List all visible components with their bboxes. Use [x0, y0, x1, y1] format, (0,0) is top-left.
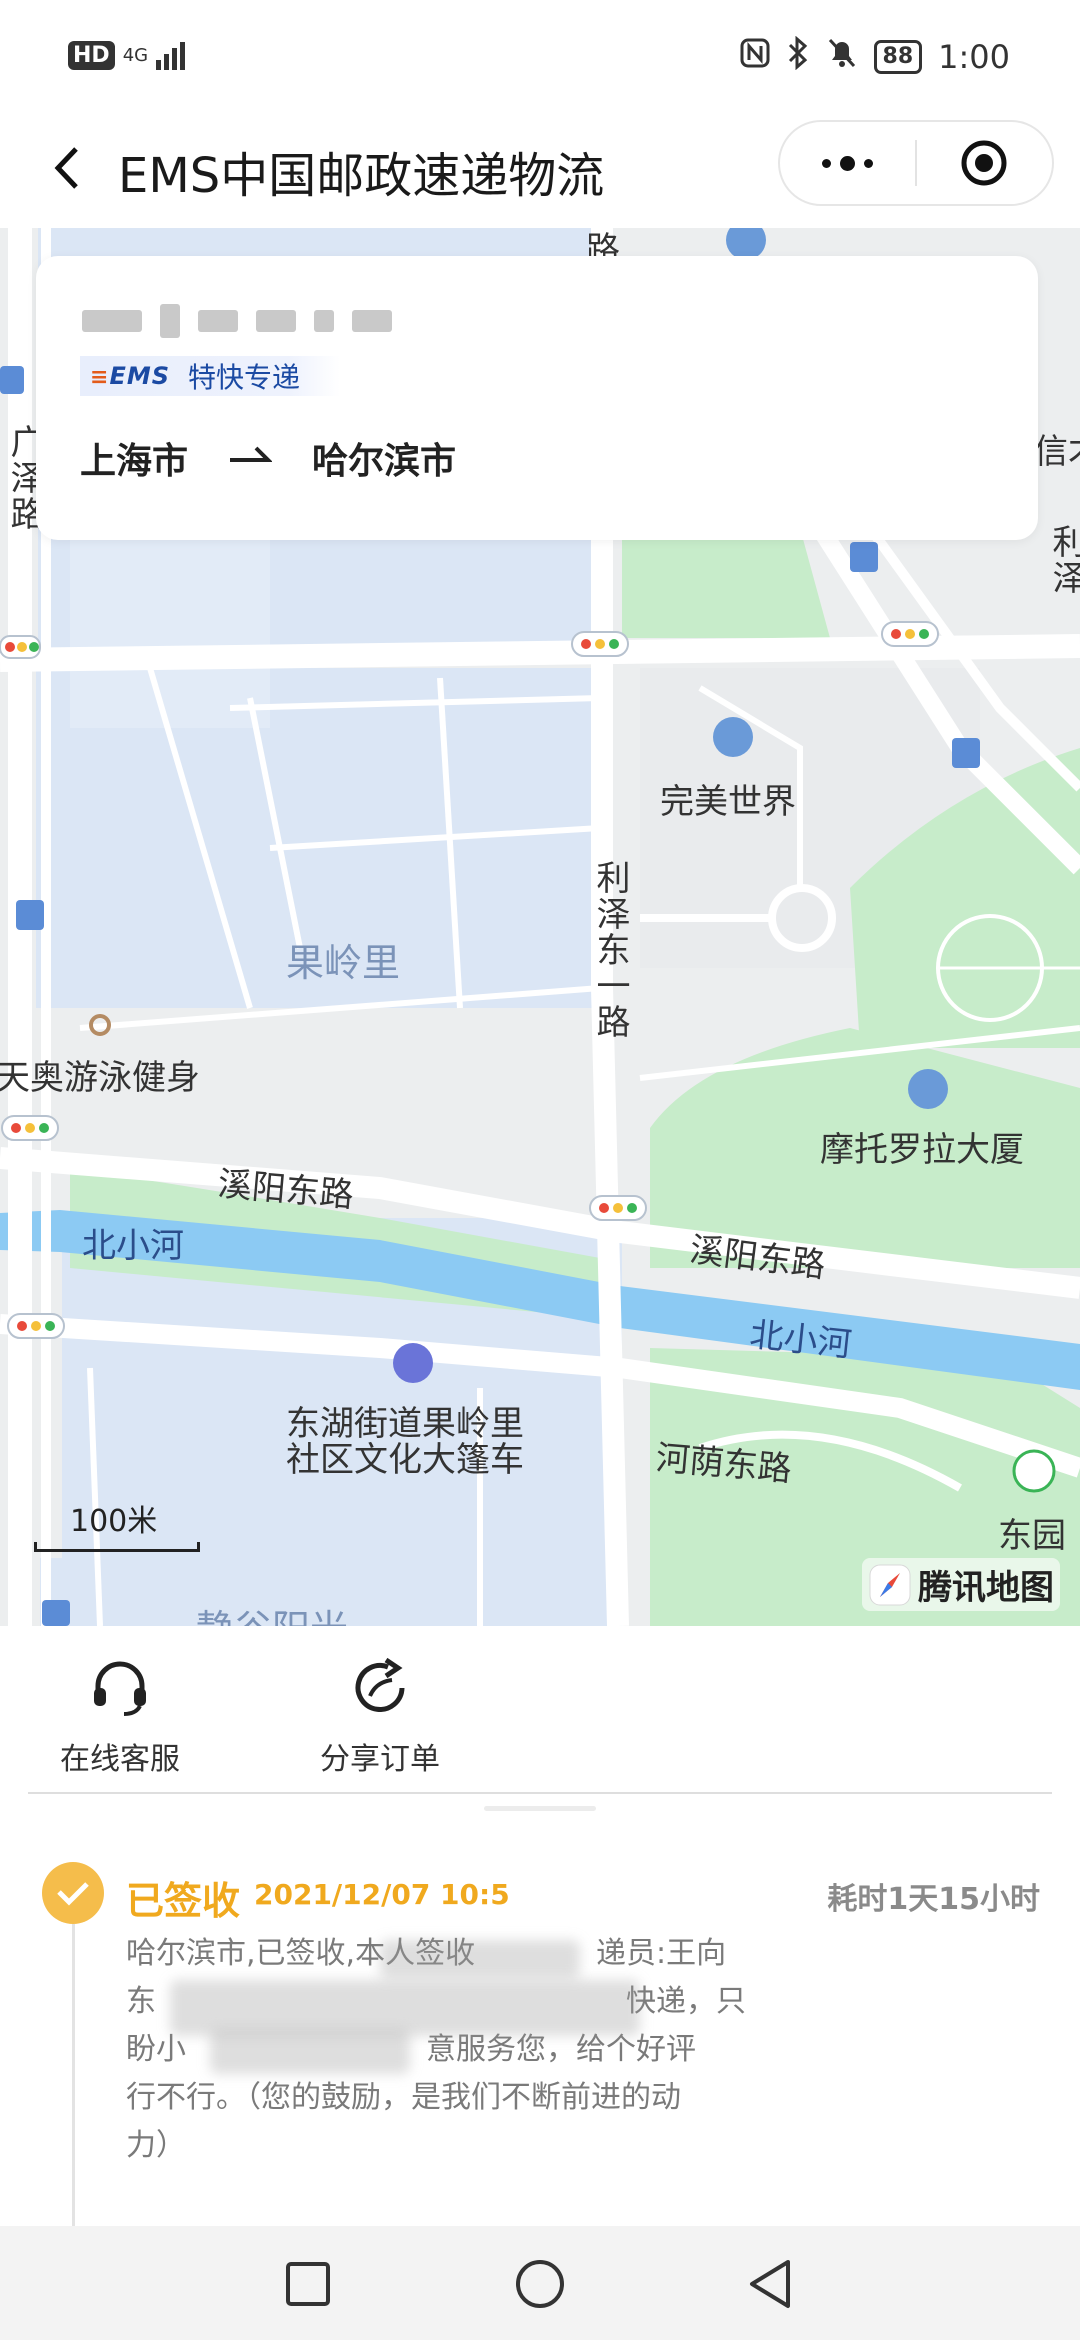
- circle-icon: [516, 2260, 564, 2308]
- map-label-wanmei: 完美世界: [660, 782, 796, 822]
- clock: 1:00: [938, 38, 1010, 76]
- detail-line-5: 力）: [126, 2128, 186, 2163]
- chevron-left-icon: [54, 147, 78, 189]
- online-service-label: 在线客服: [60, 1742, 180, 1777]
- map-label-guolingli: 果岭里: [286, 941, 401, 985]
- tracking-number-redacted: [82, 304, 392, 338]
- route-origin: 上海市: [80, 441, 189, 482]
- bluetooth-icon: [786, 35, 810, 78]
- battery-icon: 88: [873, 40, 923, 74]
- map-label-dongyuan: 东园: [998, 1516, 1066, 1556]
- delivery-status: 已签收: [126, 1879, 241, 1923]
- mini-program-capsule: [778, 120, 1054, 206]
- map-label-xin: 信才: [1034, 432, 1080, 472]
- share-icon: [355, 1657, 405, 1712]
- route-card: ≡EMS 特快专递 上海市 哈尔滨市: [36, 256, 1038, 540]
- headset-icon: [94, 1661, 146, 1716]
- system-nav-bar: [0, 2226, 1080, 2340]
- mute-icon: [826, 36, 858, 78]
- share-order-button[interactable]: 分享订单: [320, 1656, 440, 1778]
- route-destination: 哈尔滨市: [312, 441, 457, 482]
- map-label-motorola: 摩托罗拉大厦: [820, 1130, 1024, 1170]
- share-order-label: 分享订单: [320, 1742, 440, 1777]
- more-icon: [822, 155, 873, 171]
- tracking-timeline: 已签收 2021/12/07 10:5 耗时1天15小时 哈尔滨市,已签收,本人…: [0, 1830, 1080, 2234]
- service-name: 特快专递: [188, 361, 301, 394]
- map-label-lize-dong-yi-lu: 利泽东一路: [590, 860, 630, 1040]
- nfc-icon: [740, 38, 770, 76]
- delivery-time: 2021/12/07 10:5: [254, 1878, 510, 1911]
- map-scale-bar: [34, 1542, 200, 1552]
- ems-logo: ≡EMS: [90, 362, 170, 390]
- page-title: EMS中国邮政速递物流: [118, 148, 605, 204]
- status-right: 88 1:00: [740, 35, 1010, 78]
- back-nav-button[interactable]: [740, 2254, 800, 2314]
- close-button[interactable]: [917, 122, 1052, 204]
- section-divider: [28, 1792, 1052, 1794]
- map-label-tianao: 天奥游泳健身: [0, 1058, 200, 1098]
- map-label-river-1: 北小河: [82, 1226, 184, 1266]
- signal-icon: [156, 40, 186, 70]
- title-bar: EMS中国邮政速递物流: [0, 110, 1080, 230]
- hd-icon: HD: [68, 40, 115, 70]
- arrow-right-icon: [228, 438, 273, 479]
- detail-line-4: 行不行。（您的鼓励，是我们不断前进的动: [126, 2080, 681, 2115]
- map-scale-label: 100米: [70, 1504, 158, 1539]
- status-bar: HD 4G 88 1:00: [0, 0, 1080, 110]
- route: 上海市 哈尔滨市: [80, 432, 456, 484]
- redacted-region: [210, 2030, 410, 2074]
- map-provider-label: 腾讯地图: [918, 1568, 1054, 1608]
- action-bar: 在线客服 分享订单: [0, 1626, 1080, 1791]
- recents-button[interactable]: [278, 2254, 338, 2314]
- map-scale: 100米: [34, 1496, 200, 1552]
- square-icon: [286, 2262, 330, 2306]
- map-label-li: 利泽: [1046, 524, 1080, 596]
- online-service-button[interactable]: 在线客服: [60, 1656, 180, 1778]
- compass-icon: [869, 1564, 911, 1605]
- network-type: 4G: [122, 44, 149, 66]
- redacted-region: [380, 1940, 580, 1978]
- target-icon: [961, 140, 1007, 186]
- timeline-line: [72, 1924, 75, 2234]
- check-icon: [42, 1862, 104, 1924]
- more-button[interactable]: [780, 122, 915, 204]
- service-tag: ≡EMS 特快专递: [80, 356, 341, 396]
- home-button[interactable]: [510, 2254, 570, 2314]
- triangle-back-icon: [750, 2260, 790, 2308]
- map-label-bottom: 静谷阳光: [196, 1598, 348, 1626]
- delivery-duration: 耗时1天15小时: [827, 1882, 1040, 1917]
- status-left: HD 4G: [68, 40, 186, 70]
- back-button[interactable]: [38, 138, 98, 198]
- map-label-river-2: 北小河: [747, 1314, 854, 1366]
- map-provider-logo: 腾讯地图: [862, 1558, 1060, 1611]
- drag-handle[interactable]: [484, 1806, 596, 1811]
- map-label-donghu-2: 社区文化大篷车: [286, 1440, 524, 1480]
- redacted-region: [170, 1980, 640, 2036]
